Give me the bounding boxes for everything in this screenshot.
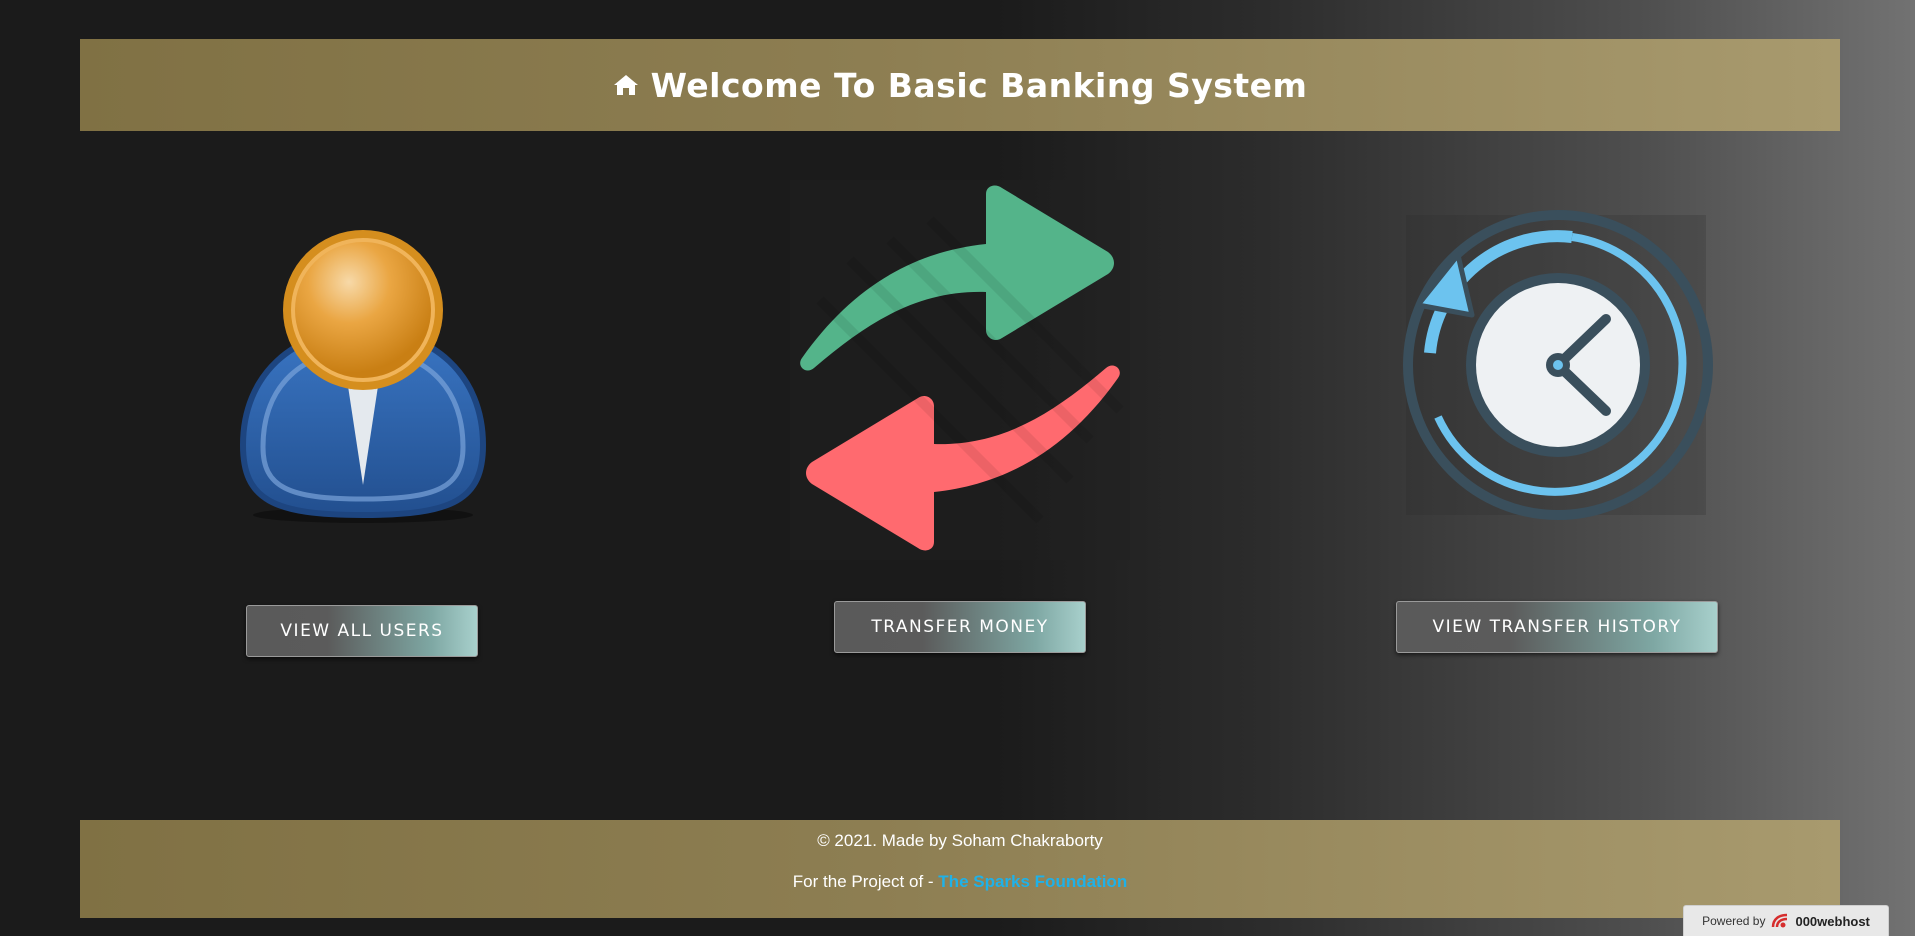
- card-transfer: TRANSFER MONEY: [740, 180, 1180, 680]
- history-icon-wrapper: [1336, 180, 1776, 560]
- webhost-brand-text: 000webhost: [1795, 913, 1870, 929]
- card-history: VIEW TRANSFER HISTORY: [1336, 180, 1776, 680]
- footer-project: For the Project of - The Sparks Foundati…: [80, 872, 1840, 892]
- view-all-users-label: VIEW ALL USERS: [280, 621, 444, 641]
- view-transfer-history-label: VIEW TRANSFER HISTORY: [1432, 617, 1682, 637]
- transfer-money-label: TRANSFER MONEY: [871, 617, 1049, 637]
- view-transfer-history-button[interactable]: VIEW TRANSFER HISTORY: [1396, 601, 1718, 653]
- card-users: VIEW ALL USERS: [143, 180, 583, 680]
- user-icon-wrapper: [143, 180, 583, 560]
- transfer-arrows-icon: [790, 180, 1130, 560]
- webhost-logo-icon: [1772, 913, 1788, 928]
- powered-by-text: Powered by: [1702, 914, 1766, 928]
- page-header: Welcome To Basic Banking System: [80, 39, 1840, 131]
- transfer-money-button[interactable]: TRANSFER MONEY: [834, 601, 1086, 653]
- transfer-icon-wrapper: [740, 180, 1180, 560]
- view-all-users-button[interactable]: VIEW ALL USERS: [246, 605, 478, 657]
- page-title: Welcome To Basic Banking System: [613, 66, 1308, 105]
- history-clock-icon: [1403, 210, 1713, 520]
- user-icon: [239, 230, 487, 523]
- page-footer: © 2021. Made by Soham Chakraborty For th…: [80, 820, 1840, 918]
- footer-project-prefix: For the Project of -: [792, 872, 939, 891]
- footer-copyright: © 2021. Made by Soham Chakraborty: [817, 831, 1103, 850]
- sparks-foundation-link[interactable]: The Sparks Foundation: [938, 872, 1127, 891]
- page-title-text: Welcome To Basic Banking System: [650, 65, 1308, 105]
- home-icon: [613, 75, 638, 95]
- powered-by-badge[interactable]: Powered by 000webhost: [1683, 905, 1889, 936]
